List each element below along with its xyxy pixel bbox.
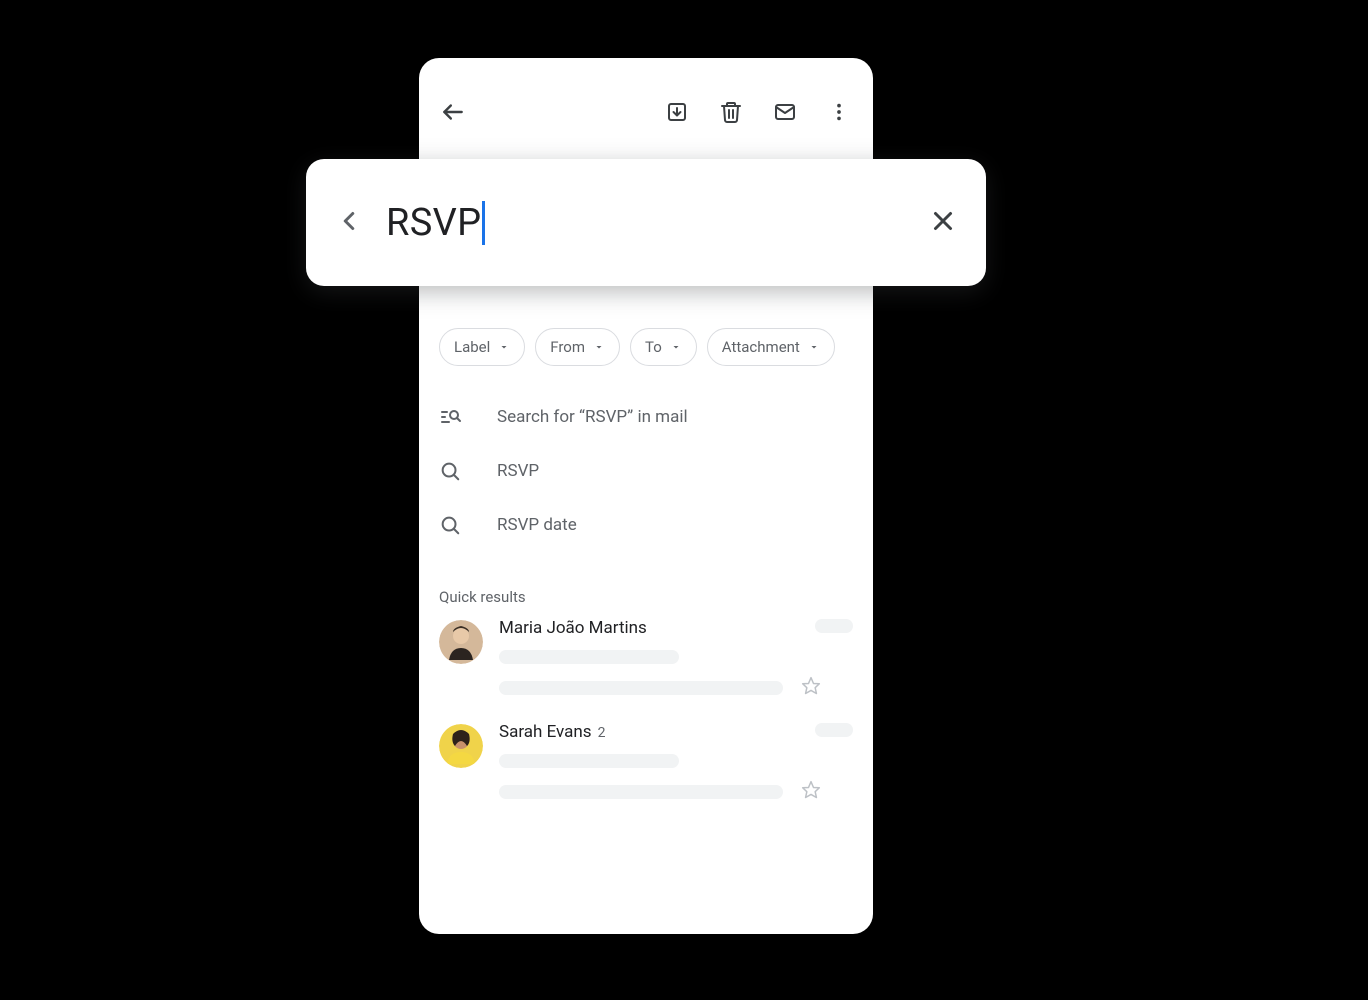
- result-name: Maria João Martins: [499, 618, 647, 638]
- archive-icon[interactable]: [663, 98, 691, 126]
- filter-chip-from[interactable]: From: [535, 328, 620, 366]
- chip-label: Label: [454, 338, 490, 356]
- search-back-button[interactable]: [334, 206, 364, 240]
- text-cursor: [482, 201, 485, 245]
- result-item[interactable]: Sarah Evans 2: [439, 722, 853, 804]
- more-options-icon[interactable]: [825, 98, 853, 126]
- back-arrow-icon[interactable]: [439, 98, 467, 126]
- star-icon[interactable]: [801, 676, 821, 700]
- avatar: [439, 724, 483, 768]
- search-icon: [439, 514, 469, 536]
- search-query-text: RSVP: [386, 201, 481, 245]
- chevron-down-icon: [670, 341, 682, 353]
- result-body: Maria João Martins: [499, 618, 853, 700]
- result-time-skeleton: [815, 723, 853, 737]
- suggestion-text: RSVP: [497, 461, 539, 481]
- delete-icon[interactable]: [717, 98, 745, 126]
- suggestion-text: Search for “RSVP” in mail: [497, 407, 688, 427]
- result-count: 2: [598, 725, 606, 741]
- suggestion-row[interactable]: RSVP: [439, 444, 853, 498]
- mark-unread-icon[interactable]: [771, 98, 799, 126]
- filter-chip-to[interactable]: To: [630, 328, 697, 366]
- suggestion-text: RSVP date: [497, 515, 577, 535]
- subject-skeleton: [499, 650, 679, 664]
- avatar: [439, 620, 483, 664]
- filter-chips-row: Label From To Attachment: [439, 328, 873, 366]
- manage-search-icon: [439, 405, 469, 429]
- chip-label: To: [645, 338, 662, 356]
- chip-label: From: [550, 338, 585, 356]
- suggestion-row[interactable]: RSVP date: [439, 498, 853, 552]
- filter-chip-label[interactable]: Label: [439, 328, 525, 366]
- result-body: Sarah Evans 2: [499, 722, 853, 804]
- quick-results-list: Maria João Martins Sarah Evans 2: [439, 618, 853, 826]
- search-suggestions: Search for “RSVP” in mail RSVP RSVP date: [439, 390, 853, 552]
- chip-label: Attachment: [722, 338, 800, 356]
- result-name: Sarah Evans: [499, 722, 592, 742]
- search-bar: RSVP: [306, 159, 986, 286]
- search-input[interactable]: RSVP: [386, 201, 928, 245]
- result-time-skeleton: [815, 619, 853, 633]
- search-in-mail-row[interactable]: Search for “RSVP” in mail: [439, 390, 853, 444]
- chevron-down-icon: [498, 341, 510, 353]
- snippet-skeleton: [499, 785, 783, 799]
- result-item[interactable]: Maria João Martins: [439, 618, 853, 700]
- subject-skeleton: [499, 754, 679, 768]
- search-icon: [439, 460, 469, 482]
- filter-chip-attachment[interactable]: Attachment: [707, 328, 835, 366]
- snippet-skeleton: [499, 681, 783, 695]
- quick-results-heading: Quick results: [439, 588, 526, 606]
- message-toolbar: [419, 58, 873, 166]
- chevron-down-icon: [593, 341, 605, 353]
- clear-search-button[interactable]: [928, 206, 958, 240]
- chevron-down-icon: [808, 341, 820, 353]
- star-icon[interactable]: [801, 780, 821, 804]
